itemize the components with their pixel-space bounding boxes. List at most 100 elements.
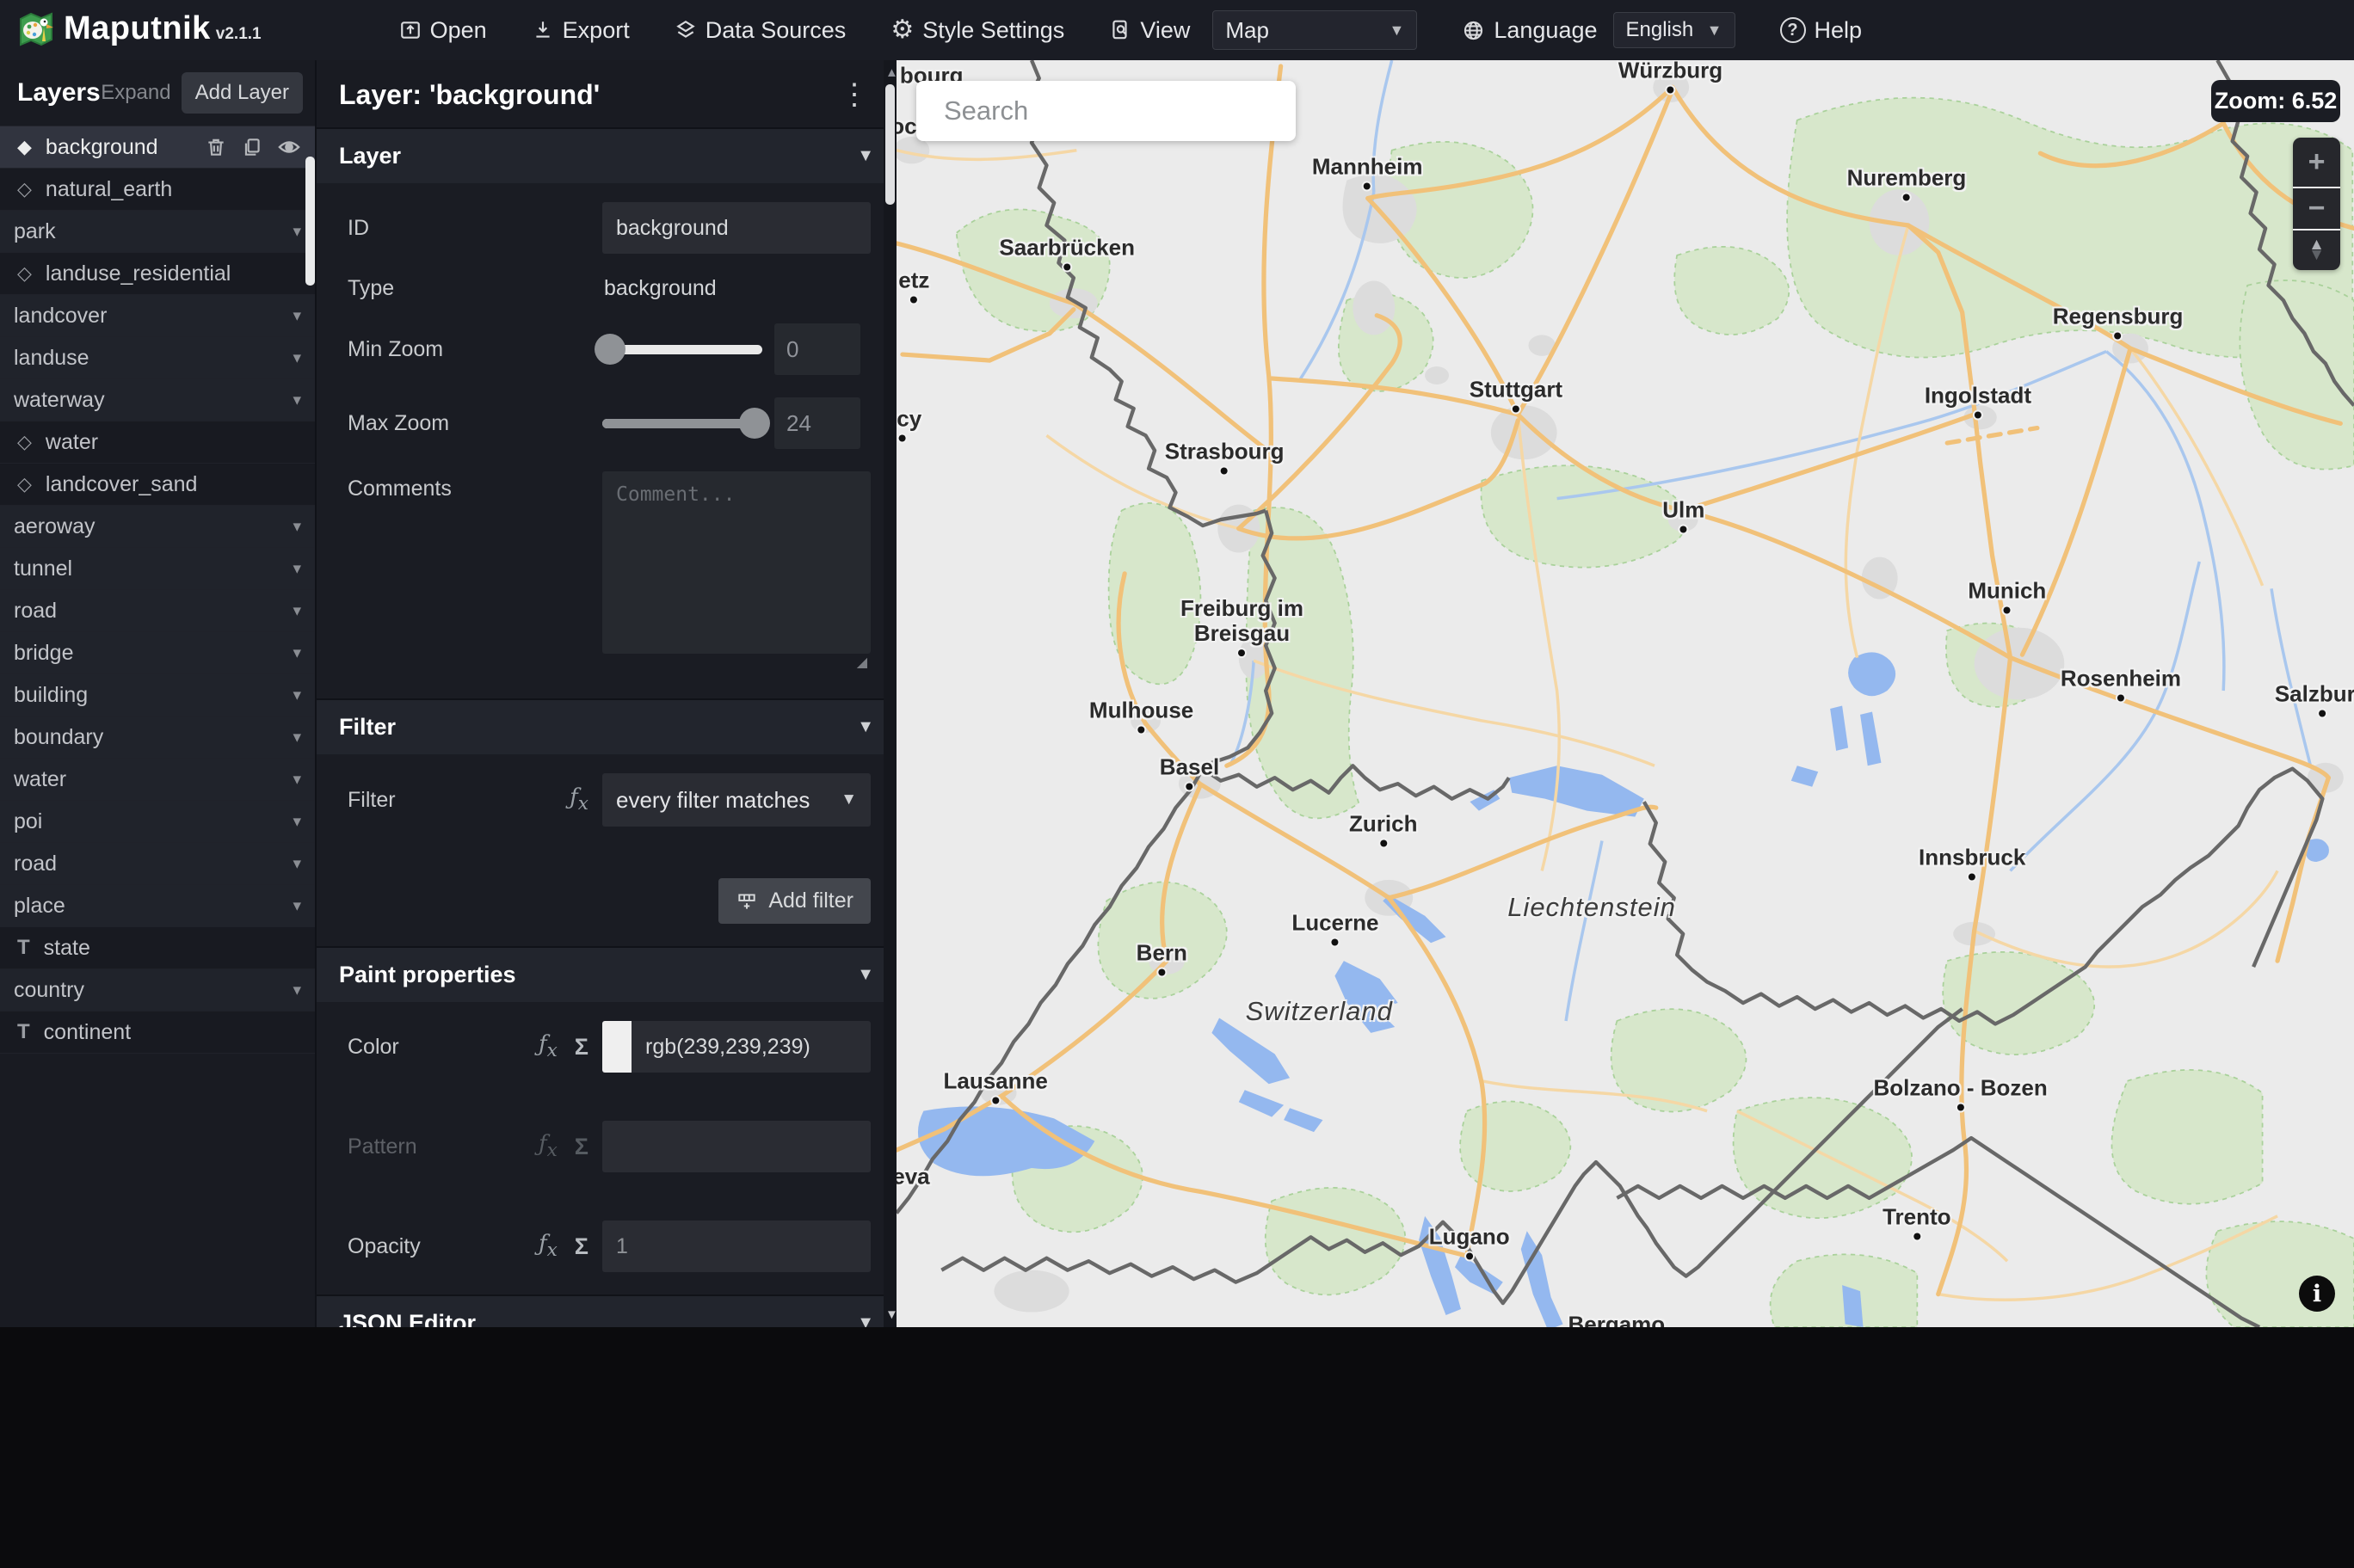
filter-mode-select[interactable]: every filter matches ▼ <box>602 773 871 827</box>
chevron-down-icon[interactable]: ▾ <box>293 390 301 410</box>
view-select[interactable]: Map ▼ <box>1212 10 1418 50</box>
language-select[interactable]: English ▼ <box>1612 12 1735 48</box>
chevron-down-icon[interactable]: ▾ <box>293 348 301 368</box>
chevron-down-icon[interactable]: ▾ <box>293 854 301 874</box>
help-button[interactable]: ? Help <box>1779 17 1862 44</box>
export-button[interactable]: Export <box>532 17 630 44</box>
pattern-input[interactable] <box>602 1121 871 1172</box>
chevron-down-icon[interactable]: ▾ <box>293 686 301 705</box>
layer-item-country[interactable]: country ▾ <box>0 969 315 1012</box>
layer-item-boundary[interactable]: boundary ▾ <box>0 716 315 759</box>
scroll-up-icon[interactable]: ▲ <box>885 65 897 80</box>
open-button[interactable]: Open <box>399 17 487 44</box>
layer-item-road[interactable]: road ▾ <box>0 843 315 885</box>
chevron-down-icon[interactable]: ▾ <box>293 559 301 579</box>
city-dot <box>2117 694 2124 702</box>
min-zoom-input[interactable] <box>774 323 860 375</box>
city-dot <box>1969 873 1976 881</box>
city-dot <box>1331 938 1339 946</box>
search-input[interactable] <box>944 95 1287 126</box>
layer-item-continent[interactable]: Tcontinent <box>0 1012 315 1054</box>
layer-item-water[interactable]: ◇ water <box>0 421 315 464</box>
trash-icon[interactable] <box>205 136 227 158</box>
filter-section-header[interactable]: Filter ▼ <box>317 700 897 754</box>
chevron-down-icon: ▼ <box>857 717 874 736</box>
filter-section: Filter ▼ Filter ƒx every filter matches … <box>317 698 897 946</box>
layer-section-header[interactable]: Layer ▼ <box>317 129 897 183</box>
expand-button[interactable]: Expand <box>101 81 170 105</box>
editor-scrollbar[interactable]: ▲ ▼ <box>884 60 897 1327</box>
layer-item-landuse[interactable]: landuse ▾ <box>0 337 315 379</box>
chevron-down-icon[interactable]: ▾ <box>293 222 301 242</box>
zoom-out-button[interactable]: − <box>2293 187 2340 229</box>
layer-item-state[interactable]: Tstate <box>0 927 315 969</box>
layer-icon: ◇ <box>17 473 32 495</box>
max-zoom-slider[interactable] <box>602 408 770 439</box>
layer-item-landcover[interactable]: landcover ▾ <box>0 295 315 337</box>
data-sources-button[interactable]: Data Sources <box>675 17 846 44</box>
visibility-icon[interactable] <box>277 135 301 159</box>
map-label-ncy: ncy <box>897 405 921 442</box>
function-icon[interactable]: ƒx <box>570 784 588 815</box>
sigma-icon[interactable]: Σ <box>575 1134 588 1160</box>
chevron-down-icon[interactable]: ▾ <box>293 601 301 621</box>
sigma-icon[interactable]: Σ <box>575 1233 588 1260</box>
sigma-icon[interactable]: Σ <box>575 1034 588 1061</box>
id-input[interactable] <box>602 202 871 254</box>
layer-item-landcover_sand[interactable]: ◇ landcover_sand <box>0 464 315 506</box>
layer-item-waterway[interactable]: waterway ▾ <box>0 379 315 421</box>
min-zoom-slider[interactable] <box>595 334 762 365</box>
json-section-header[interactable]: JSON Editor ▼ <box>317 1296 897 1327</box>
opacity-input[interactable] <box>602 1221 871 1272</box>
layer-item-background[interactable]: ◆ background <box>0 126 315 169</box>
layer-item-tunnel[interactable]: tunnel ▾ <box>0 548 315 590</box>
city-dot <box>1667 86 1674 94</box>
chevron-down-icon[interactable]: ▾ <box>293 517 301 537</box>
export-label: Export <box>562 16 630 43</box>
layer-item-road[interactable]: road ▾ <box>0 590 315 632</box>
zoom-in-button[interactable]: + <box>2293 138 2340 187</box>
layer-item-building[interactable]: building ▾ <box>0 674 315 716</box>
layer-item-aeroway[interactable]: aeroway ▾ <box>0 506 315 548</box>
chevron-down-icon[interactable]: ▾ <box>293 812 301 832</box>
chevron-down-icon[interactable]: ▾ <box>293 728 301 747</box>
layer-item-poi[interactable]: poi ▾ <box>0 801 315 843</box>
max-zoom-input[interactable] <box>774 397 860 449</box>
layers-scrollbar[interactable] <box>305 157 315 286</box>
view-menu[interactable]: View <box>1109 17 1190 44</box>
chevron-down-icon[interactable]: ▾ <box>293 643 301 663</box>
layer-item-bridge[interactable]: bridge ▾ <box>0 632 315 674</box>
scroll-down-icon[interactable]: ▼ <box>885 1307 897 1322</box>
comments-textarea[interactable] <box>602 471 871 654</box>
paint-section-header[interactable]: Paint properties ▼ <box>317 948 897 1002</box>
layer-item-park[interactable]: park ▾ <box>0 211 315 253</box>
add-layer-button[interactable]: Add Layer <box>181 72 303 114</box>
layer-item-place[interactable]: place ▾ <box>0 885 315 927</box>
function-icon[interactable]: ƒx <box>539 1231 558 1261</box>
export-icon <box>536 22 550 38</box>
attribution-info-button[interactable]: i <box>2299 1276 2335 1312</box>
map-label-ulm: Ulm <box>1662 496 1704 533</box>
layer-item-water[interactable]: water ▾ <box>0 759 315 801</box>
compass-button[interactable]: ▲ ▼ <box>2293 229 2340 270</box>
duplicate-icon[interactable] <box>241 136 263 158</box>
chevron-down-icon[interactable]: ▾ <box>293 896 301 916</box>
color-input[interactable] <box>632 1021 871 1073</box>
chevron-down-icon[interactable]: ▾ <box>293 981 301 1000</box>
function-icon[interactable]: ƒx <box>539 1131 558 1161</box>
zoom-level-badge: Zoom: 6.52 <box>2211 80 2340 122</box>
chevron-down-icon[interactable]: ▾ <box>293 306 301 326</box>
chevron-down-icon[interactable]: ▾ <box>293 770 301 790</box>
add-filter-button[interactable]: Add filter <box>718 878 871 924</box>
layer-item-landuse_residential[interactable]: ◇ landuse_residential <box>0 253 315 295</box>
color-swatch[interactable] <box>602 1021 632 1073</box>
kebab-menu-icon[interactable]: ⋮ <box>833 77 876 112</box>
resize-handle-icon[interactable]: ◢ <box>857 654 867 671</box>
editor-scrollbar-thumb[interactable] <box>885 84 895 205</box>
function-icon[interactable]: ƒx <box>539 1031 558 1061</box>
layer-label: natural_earth <box>45 176 173 201</box>
map-searchbox <box>916 81 1296 141</box>
layer-editor-panel: Layer: 'background' ⋮ Layer ▼ ID Type ba… <box>315 60 897 1327</box>
layer-item-natural_earth[interactable]: ◇ natural_earth <box>0 169 315 211</box>
style-settings-button[interactable]: ⚙ Style Settings <box>890 17 1064 44</box>
